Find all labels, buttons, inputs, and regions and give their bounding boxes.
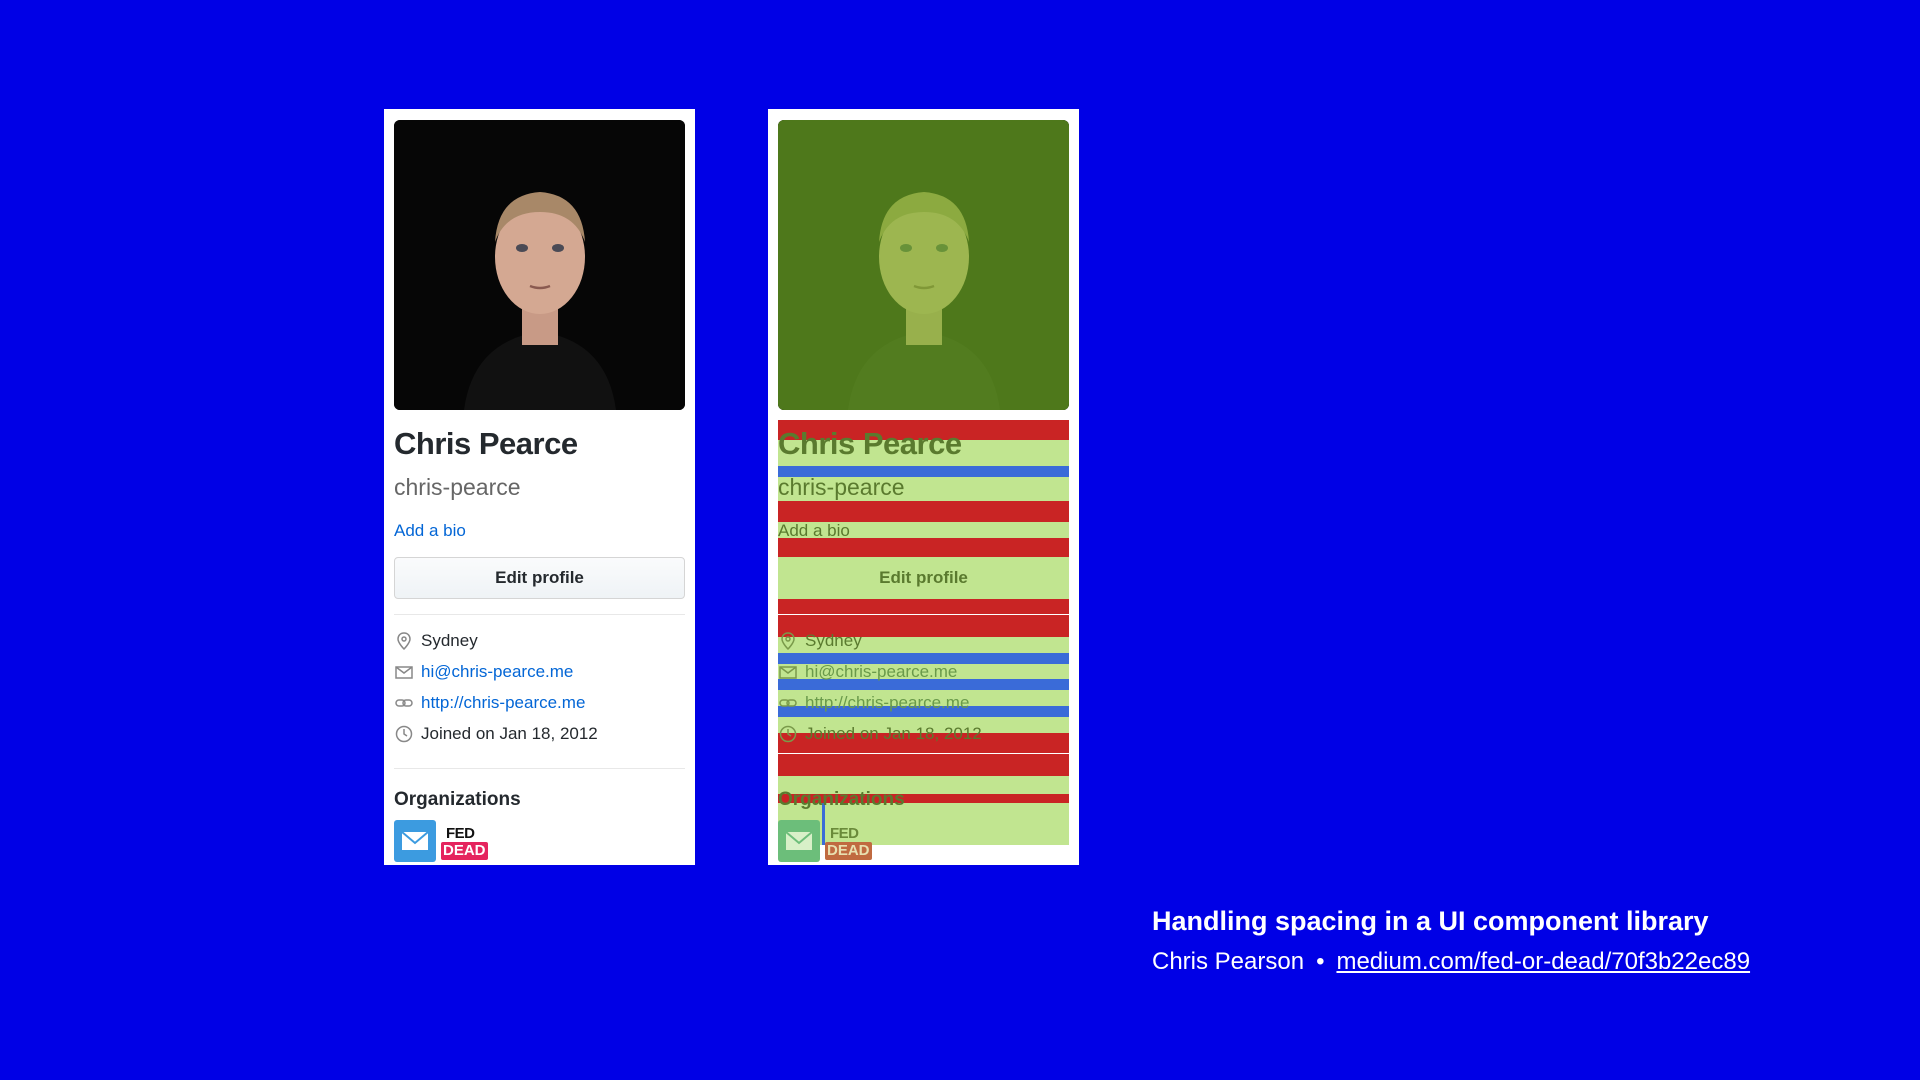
detail-joined: Joined on Jan 18, 2012 — [394, 723, 598, 745]
clock-icon — [394, 724, 414, 744]
profile-login: chris-pearce — [394, 474, 521, 500]
org-avatar-mail[interactable] — [778, 820, 820, 862]
spacing-band-margin — [778, 754, 1069, 776]
profile-login: chris-pearce — [778, 474, 905, 500]
joined-text: Joined on Jan 18, 2012 — [421, 724, 598, 743]
caption-subtitle: Chris Pearson • medium.com/fed-or-dead/70f… — [1152, 948, 1750, 976]
organizations-heading: Organizations — [394, 789, 521, 810]
email-link[interactable]: hi@chris-pearce.me — [805, 662, 957, 682]
location-text: Sydney — [805, 631, 862, 650]
avatar[interactable] — [394, 120, 685, 410]
spacing-overlay-content — [778, 120, 1069, 410]
profile-card-spacing-overlay: Chris Pearce chris-pearce Add a bio Edit… — [768, 109, 1079, 865]
profile-card-inner: Chris Pearce chris-pearce Add a bio Edit… — [778, 120, 1069, 862]
spacing-band-margin — [778, 501, 1069, 522]
profile-name: Chris Pearce — [394, 426, 578, 461]
org-badge-line2: DEAD — [441, 842, 488, 860]
email-link[interactable]: hi@chris-pearce.me — [421, 662, 573, 682]
detail-joined: Joined on Jan 18, 2012 — [778, 723, 982, 745]
caption-author: Chris Pearson — [1152, 948, 1305, 975]
organizations-heading: Organizations — [778, 789, 905, 810]
profile-card-inner: Chris Pearce chris-pearce Add a bio Edit… — [394, 120, 685, 862]
location-text: Sydney — [421, 631, 478, 650]
divider — [394, 614, 685, 615]
edit-profile-button[interactable]: Edit profile — [394, 557, 685, 599]
org-avatar-fed-or-dead[interactable]: FED DEAD — [441, 825, 488, 862]
spacing-band-margin — [778, 599, 1069, 614]
detail-website[interactable]: http://chris-pearce.me — [778, 692, 969, 714]
mail-icon — [778, 662, 798, 682]
clock-icon — [778, 724, 798, 744]
detail-website[interactable]: http://chris-pearce.me — [394, 692, 585, 714]
website-link[interactable]: http://chris-pearce.me — [421, 693, 585, 713]
location-pin-icon — [394, 631, 414, 651]
org-avatar-fed-or-dead[interactable]: FED DEAD — [825, 825, 872, 862]
org-badge-line1: FED — [830, 825, 859, 842]
detail-location: Sydney — [394, 630, 478, 652]
org-badge-line2: DEAD — [825, 842, 872, 860]
caption-url-link[interactable]: medium.com/fed-or-dead/70f3b22ec89 — [1336, 948, 1750, 975]
add-bio-link[interactable]: Add a bio — [778, 521, 850, 541]
org-badge-line1: FED — [446, 825, 475, 842]
divider — [394, 768, 685, 769]
location-pin-icon — [778, 631, 798, 651]
detail-location: Sydney — [778, 630, 862, 652]
link-icon — [778, 693, 798, 713]
detail-email[interactable]: hi@chris-pearce.me — [778, 661, 957, 683]
avatar-illustration — [394, 120, 685, 410]
joined-text: Joined on Jan 18, 2012 — [805, 724, 982, 743]
envelope-icon — [401, 831, 429, 850]
avatar[interactable] — [778, 120, 1069, 410]
add-bio-link[interactable]: Add a bio — [394, 521, 466, 541]
edit-profile-button[interactable]: Edit profile — [778, 557, 1069, 599]
website-link[interactable]: http://chris-pearce.me — [805, 693, 969, 713]
profile-name: Chris Pearce — [778, 426, 962, 461]
caption-separator: • — [1316, 948, 1325, 975]
detail-email[interactable]: hi@chris-pearce.me — [394, 661, 573, 683]
caption-title: Handling spacing in a UI component libra… — [1152, 906, 1709, 936]
mail-icon — [394, 662, 414, 682]
org-avatar-mail[interactable] — [394, 820, 436, 862]
profile-card-original: Chris Pearce chris-pearce Add a bio Edit… — [384, 109, 695, 865]
envelope-icon — [785, 831, 813, 850]
link-icon — [394, 693, 414, 713]
